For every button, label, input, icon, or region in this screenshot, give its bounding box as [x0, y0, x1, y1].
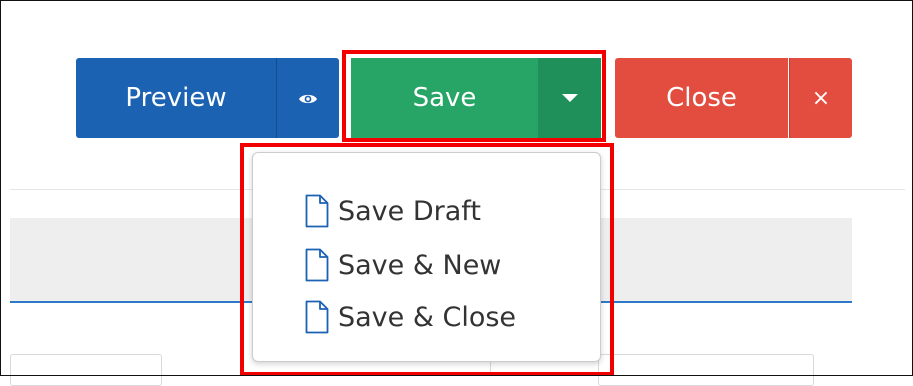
preview-button-label: Preview: [125, 83, 227, 113]
save-button-label: Save: [412, 83, 477, 113]
save-dropdown-menu: Save Draft Save & New Save & Close: [252, 152, 601, 362]
menu-item-save-new[interactable]: Save & New: [305, 243, 501, 287]
close-x-button[interactable]: ×: [789, 58, 852, 138]
form-field-left[interactable]: [10, 354, 162, 386]
save-dropdown-toggle[interactable]: [538, 58, 601, 138]
eye-icon: [298, 83, 318, 113]
file-icon: [305, 248, 329, 282]
menu-item-label: Save Draft: [338, 195, 481, 227]
menu-item-label: Save & Close: [338, 301, 517, 333]
preview-eye-button[interactable]: [276, 58, 339, 138]
close-button[interactable]: Close: [615, 58, 788, 138]
close-button-label: Close: [666, 83, 737, 113]
form-field-right[interactable]: [598, 354, 814, 386]
menu-item-save-close[interactable]: Save & Close: [305, 295, 516, 339]
menu-item-save-draft[interactable]: Save Draft: [305, 189, 481, 233]
close-icon: ×: [811, 85, 831, 111]
caret-down-icon: [561, 94, 578, 102]
preview-button[interactable]: Preview: [76, 58, 276, 138]
save-button[interactable]: Save: [351, 58, 538, 138]
menu-item-label: Save & New: [338, 249, 502, 281]
file-icon: [305, 300, 329, 334]
file-icon: [305, 194, 329, 228]
